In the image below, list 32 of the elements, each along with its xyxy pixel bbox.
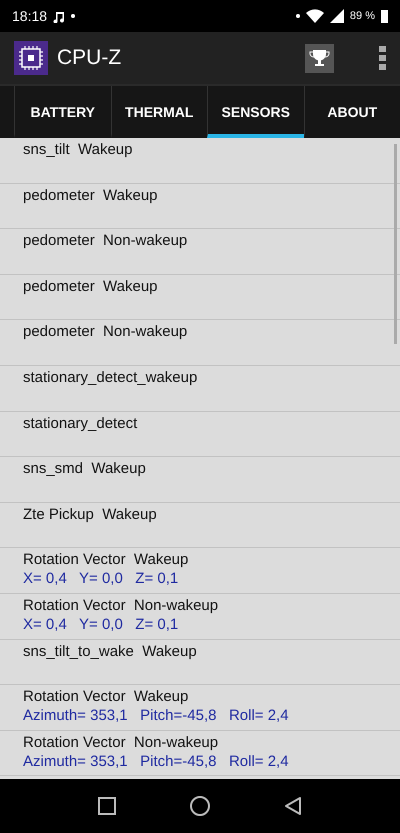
sensor-name: Rotation Vector Wakeup: [23, 688, 190, 706]
recents-button[interactable]: [96, 795, 118, 817]
dot-icon: [296, 14, 300, 18]
clock: 18:18: [12, 8, 48, 24]
signal-icon: [330, 9, 344, 23]
sensor-reading: X= 0,4 Y= 0,0 Z= 0,1: [23, 616, 180, 633]
battery-percent: 89 %: [350, 10, 375, 22]
sensor-reading: Azimuth= 353,1 Pitch=-45,8 Roll= 2,4: [23, 752, 290, 770]
trophy-icon[interactable]: [305, 44, 334, 72]
home-button[interactable]: [188, 795, 211, 817]
sensor-name: Rotation Vector Non-wakeup: [23, 596, 220, 614]
sensor-name: Rotation Vector Wakeup: [23, 551, 190, 568]
wifi-icon: [306, 9, 324, 23]
sensor-name: stationary_detect_wakeup: [23, 368, 198, 386]
sensor-name: pedometer Non-wakeup: [23, 323, 188, 340]
app-title: CPU-Z: [57, 46, 122, 70]
sensor-name: Rotation Vector Non-wakeup: [23, 734, 220, 751]
sensor-name: pedometer Non-wakeup: [23, 232, 188, 250]
sensor-reading: Azimuth= 353,1 Pitch=-45,8 Roll= 2,4: [23, 707, 290, 724]
sensor-name: stationary_detect: [23, 414, 138, 432]
sensor-name: pedometer Wakeup: [23, 186, 159, 204]
overflow-menu-icon[interactable]: [379, 46, 386, 70]
sensor-name: Zte Pickup Wakeup: [23, 506, 158, 523]
chip-logo-icon: [14, 41, 48, 75]
sensor-name: sns_smd Wakeup: [23, 460, 147, 478]
sensor-name: sns_tilt Wakeup: [23, 141, 134, 158]
battery-icon: [381, 10, 388, 22]
sensor-reading: X= 0,4 Y= 0,0 Z= 0,1: [23, 570, 180, 588]
dot-icon: [71, 14, 76, 18]
music-note-icon: [53, 10, 66, 22]
sensor-name: pedometer Wakeup: [23, 278, 159, 295]
sensor-name: sns_tilt_to_wake Wakeup: [23, 642, 198, 660]
